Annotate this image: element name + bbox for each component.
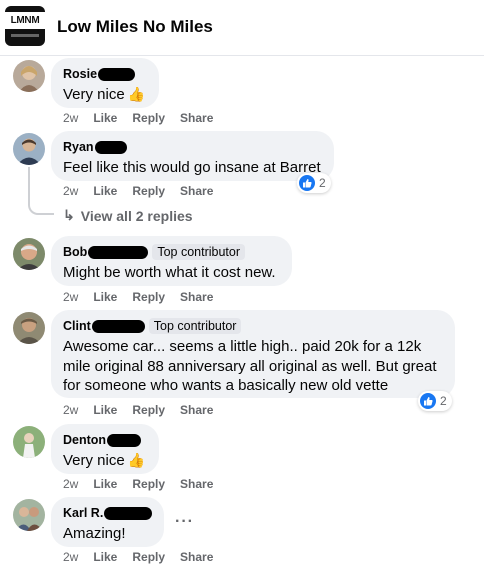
author-name[interactable]: Ryan <box>63 140 94 154</box>
author-name[interactable]: Clint <box>63 319 91 333</box>
reply-button[interactable]: Reply <box>132 550 165 564</box>
comment-actions: 2w Like Reply Share <box>63 184 228 198</box>
reaction-count[interactable]: 2 <box>418 391 452 411</box>
comment-text: Very nice 👍 <box>63 86 146 103</box>
like-reaction-icon <box>299 175 315 191</box>
author-name[interactable]: Karl R. <box>63 506 103 520</box>
share-button[interactable]: Share <box>180 550 213 564</box>
timestamp[interactable]: 2w <box>63 403 78 417</box>
author-name[interactable]: Denton <box>63 433 106 447</box>
avatar[interactable] <box>13 426 45 458</box>
redaction <box>91 319 145 333</box>
like-button[interactable]: Like <box>93 477 117 491</box>
avatar[interactable] <box>13 238 45 270</box>
more-options-icon[interactable]: ··· <box>175 513 194 531</box>
comment-text: Might be worth what it cost new. <box>63 264 276 281</box>
reply-button[interactable]: Reply <box>132 403 165 417</box>
group-header: LMNM Low Miles No Miles <box>0 0 484 56</box>
comment-actions: 2w Like Reply Share <box>63 111 228 125</box>
comment-text: Feel like this would go insane at Barret <box>63 159 321 176</box>
like-button[interactable]: Like <box>93 550 117 564</box>
reaction-number: 2 <box>440 394 447 408</box>
timestamp[interactable]: 2w <box>63 290 78 304</box>
timestamp[interactable]: 2w <box>63 111 78 125</box>
like-button[interactable]: Like <box>93 290 117 304</box>
comment-bubble: Ryan Feel like this would go insane at B… <box>51 131 334 181</box>
comment-actions: 2w Like Reply Share <box>63 290 228 304</box>
redaction <box>107 433 142 447</box>
share-button[interactable]: Share <box>180 477 213 491</box>
view-replies-label: View all 2 replies <box>80 207 193 224</box>
comment-text: Awesome car... seems a little high.. pai… <box>63 337 443 396</box>
author-name[interactable]: Bob <box>63 245 87 259</box>
comment-line: Awesome car... seems a little high.. pai… <box>63 338 422 355</box>
comment-line: for someone who wants a basically new ol… <box>63 377 389 394</box>
comment-bubble: Clint Top contributor Awesome car... see… <box>51 310 455 398</box>
logo-subline <box>11 34 39 37</box>
avatar[interactable] <box>13 312 45 344</box>
comment-text: Very nice 👍 <box>63 452 146 469</box>
logo-text: LMNM <box>10 15 40 26</box>
like-button[interactable]: Like <box>93 111 117 125</box>
group-title[interactable]: Low Miles No Miles <box>57 17 213 37</box>
view-replies-link[interactable]: ↳ View all 2 replies <box>63 207 193 224</box>
author-name[interactable]: Rosie <box>63 67 97 81</box>
like-button[interactable]: Like <box>93 403 117 417</box>
timestamp[interactable]: 2w <box>63 550 78 564</box>
top-contributor-badge[interactable]: Top contributor <box>152 244 245 260</box>
comment-actions: 2w Like Reply Share <box>63 403 228 417</box>
avatar[interactable] <box>13 60 45 92</box>
comment-bubble: Karl R. Amazing! <box>51 497 164 547</box>
share-button[interactable]: Share <box>180 290 213 304</box>
avatar[interactable] <box>13 499 45 531</box>
comment-bubble: Bob Top contributor Might be worth what … <box>51 236 292 286</box>
group-logo[interactable]: LMNM <box>5 6 45 46</box>
avatar[interactable] <box>13 133 45 165</box>
reply-button[interactable]: Reply <box>132 184 165 198</box>
top-contributor-badge[interactable]: Top contributor <box>148 318 242 334</box>
reply-button[interactable]: Reply <box>132 290 165 304</box>
like-button[interactable]: Like <box>93 184 117 198</box>
reply-button[interactable]: Reply <box>132 111 165 125</box>
comment-bubble: Denton Very nice 👍 <box>51 424 159 474</box>
comment-text: Amazing! <box>63 525 126 542</box>
comment-actions: 2w Like Reply Share <box>63 477 228 491</box>
timestamp[interactable]: 2w <box>63 477 78 491</box>
share-button[interactable]: Share <box>180 111 213 125</box>
comment-line: mile original 88 anniversary all origina… <box>63 357 437 375</box>
reply-button[interactable]: Reply <box>132 477 165 491</box>
comment-bubble: Rosie Very nice 👍 <box>51 58 159 108</box>
share-button[interactable]: Share <box>180 184 213 198</box>
thumbs-up-emoji: 👍 <box>127 86 146 102</box>
redaction <box>104 506 152 520</box>
redaction <box>94 140 127 154</box>
redaction <box>98 67 136 81</box>
reply-arrow-icon: ↳ <box>63 207 75 223</box>
reaction-number: 2 <box>319 176 326 190</box>
like-reaction-icon <box>420 393 436 409</box>
thread-connector <box>28 167 54 215</box>
thumbs-up-emoji: 👍 <box>127 452 146 468</box>
redaction <box>88 245 149 259</box>
timestamp[interactable]: 2w <box>63 184 78 198</box>
comment-actions: 2w Like Reply Share <box>63 550 228 564</box>
reaction-count[interactable]: 2 <box>297 173 331 193</box>
share-button[interactable]: Share <box>180 403 213 417</box>
